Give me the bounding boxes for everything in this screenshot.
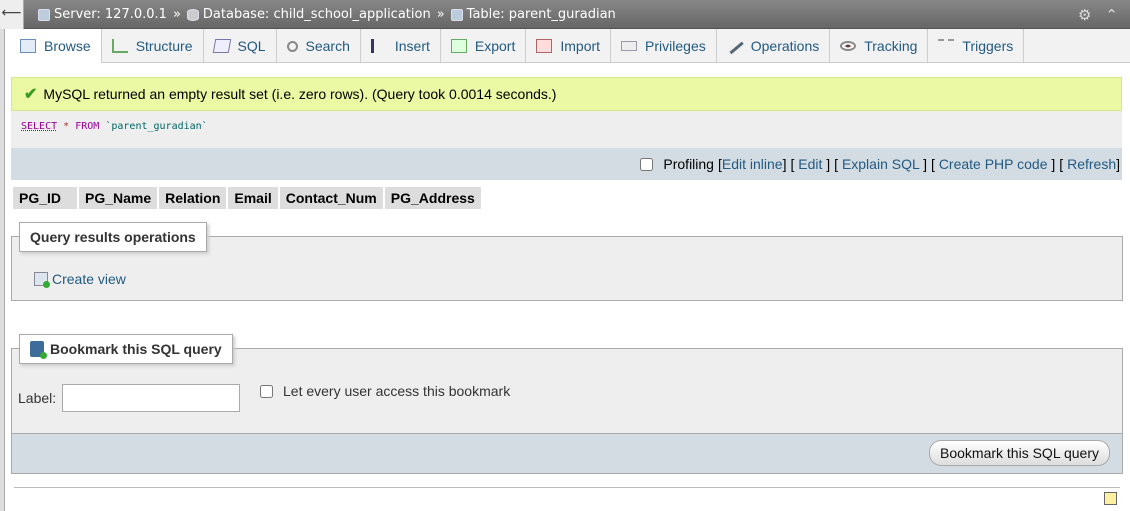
explain-sql-link[interactable]: Explain SQL bbox=[842, 156, 919, 172]
result-column-headers: PG_ID PG_Name Relation Email Contact_Num… bbox=[13, 187, 481, 209]
tab-label: Operations bbox=[750, 38, 820, 54]
refresh-link[interactable]: Refresh bbox=[1067, 156, 1116, 172]
tab-label: Triggers bbox=[962, 38, 1014, 54]
bookmark-label-row: Label: bbox=[18, 384, 241, 412]
sql-keyword-select[interactable]: SELECT bbox=[21, 121, 57, 132]
breadcrumb-table[interactable]: Table: parent_guradian bbox=[467, 7, 616, 22]
tab-label: Privileges bbox=[645, 38, 706, 54]
breadcrumb-separator: » bbox=[436, 7, 445, 22]
column-header[interactable]: PG_Address bbox=[384, 187, 481, 209]
tab-search[interactable]: Search bbox=[277, 29, 361, 63]
create-view-icon bbox=[34, 272, 50, 288]
export-icon bbox=[450, 39, 467, 53]
table-tabs: Browse Structure SQL Search Insert Expor… bbox=[10, 29, 1130, 63]
maximize-icon[interactable]: ⌃ bbox=[1105, 6, 1118, 24]
triggers-icon bbox=[938, 39, 955, 53]
insert-icon bbox=[370, 39, 387, 53]
database-icon bbox=[186, 8, 199, 21]
success-message: ✔ MySQL returned an empty result set (i.… bbox=[11, 77, 1122, 111]
edit-inline-link[interactable]: Edit inline bbox=[722, 156, 783, 172]
sql-table-name: `parent_guradian` bbox=[105, 121, 208, 132]
bookmark-legend: Bookmark this SQL query bbox=[19, 334, 233, 364]
tab-structure[interactable]: Structure bbox=[102, 29, 204, 63]
bookmark-footer: Bookmark this SQL query bbox=[12, 433, 1122, 473]
share-bookmark-label: Let every user access this bookmark bbox=[283, 383, 511, 399]
structure-icon bbox=[111, 39, 128, 53]
sql-keyword-from: FROM bbox=[75, 121, 100, 132]
tab-operations[interactable]: Operations bbox=[717, 29, 831, 63]
import-icon bbox=[536, 39, 553, 53]
divider bbox=[14, 487, 1120, 488]
console-icon[interactable] bbox=[1104, 492, 1117, 505]
tab-label: Insert bbox=[394, 38, 430, 54]
tab-triggers[interactable]: Triggers bbox=[928, 29, 1025, 63]
collapse-nav-icon[interactable]: ⟵ bbox=[0, 0, 24, 29]
check-icon: ✔ bbox=[24, 86, 38, 103]
browse-icon bbox=[20, 38, 36, 53]
operations-icon bbox=[726, 37, 744, 55]
tab-label: Browse bbox=[44, 37, 91, 54]
create-php-code-link[interactable]: Create PHP code bbox=[939, 156, 1048, 172]
profiling-checkbox[interactable] bbox=[640, 157, 654, 171]
bookmark-label-input[interactable] bbox=[62, 384, 241, 412]
sql-icon bbox=[212, 39, 231, 53]
tab-label: Search bbox=[305, 38, 350, 54]
tab-label: Structure bbox=[135, 38, 193, 54]
share-bookmark-checkbox[interactable] bbox=[260, 384, 273, 398]
bookmark-icon bbox=[30, 341, 47, 359]
table-icon bbox=[450, 8, 463, 21]
tab-label: SQL bbox=[237, 38, 266, 54]
privileges-icon bbox=[621, 41, 638, 51]
breadcrumb-database[interactable]: Database: child_school_application bbox=[203, 7, 431, 22]
tab-insert[interactable]: Insert bbox=[361, 29, 441, 63]
query-actions-bar: Profiling [Edit inline] [ Edit ] [ Expla… bbox=[11, 148, 1122, 180]
column-header[interactable]: Contact_Num bbox=[279, 187, 383, 209]
query-results-operations-legend: Query results operations bbox=[19, 222, 207, 252]
tab-label: Export bbox=[474, 38, 516, 54]
tab-privileges[interactable]: Privileges bbox=[611, 29, 717, 63]
topbar-tools: ⚙ ⌃ bbox=[1078, 6, 1118, 24]
query-results-operations: Query results operations Create view bbox=[11, 222, 1123, 301]
breadcrumb-server[interactable]: Server: 127.0.0.1 bbox=[54, 7, 167, 22]
create-view-link[interactable]: Create view bbox=[34, 271, 126, 288]
settings-icon[interactable]: ⚙ bbox=[1078, 6, 1091, 24]
left-panel-edge bbox=[0, 0, 5, 511]
column-header[interactable]: PG_Name bbox=[79, 187, 158, 209]
tab-browse[interactable]: Browse bbox=[10, 29, 102, 63]
bookmark-share-option: Let every user access this bookmark bbox=[260, 383, 510, 399]
column-header[interactable]: Email bbox=[228, 187, 278, 209]
tab-sql[interactable]: SQL bbox=[204, 29, 277, 63]
breadcrumb: Server: 127.0.0.1 » Database: child_scho… bbox=[38, 7, 616, 22]
server-icon bbox=[38, 8, 50, 21]
success-message-text: MySQL returned an empty result set (i.e.… bbox=[43, 86, 557, 102]
search-icon bbox=[286, 40, 298, 52]
profiling-label: Profiling bbox=[663, 156, 714, 172]
sql-query-display[interactable]: SELECT * FROM `parent_guradian` bbox=[11, 111, 1122, 148]
bookmark-query-button[interactable]: Bookmark this SQL query bbox=[929, 440, 1110, 466]
sql-star: * bbox=[63, 121, 70, 132]
tab-export[interactable]: Export bbox=[441, 29, 527, 63]
column-header[interactable]: Relation bbox=[159, 187, 227, 209]
breadcrumb-separator: » bbox=[172, 7, 181, 22]
column-header[interactable]: PG_ID bbox=[13, 187, 77, 209]
bookmark-section: Bookmark this SQL query Label: Let every… bbox=[11, 334, 1123, 474]
tab-import[interactable]: Import bbox=[526, 29, 612, 63]
tab-label: Import bbox=[560, 38, 601, 54]
tracking-icon bbox=[840, 41, 857, 51]
bookmark-label-text: Label: bbox=[18, 390, 57, 406]
tab-tracking[interactable]: Tracking bbox=[830, 29, 929, 63]
tab-label: Tracking bbox=[864, 38, 918, 54]
edit-link[interactable]: Edit bbox=[798, 156, 822, 172]
top-bar: ⟵ Server: 127.0.0.1 » Database: child_sc… bbox=[0, 0, 1130, 29]
